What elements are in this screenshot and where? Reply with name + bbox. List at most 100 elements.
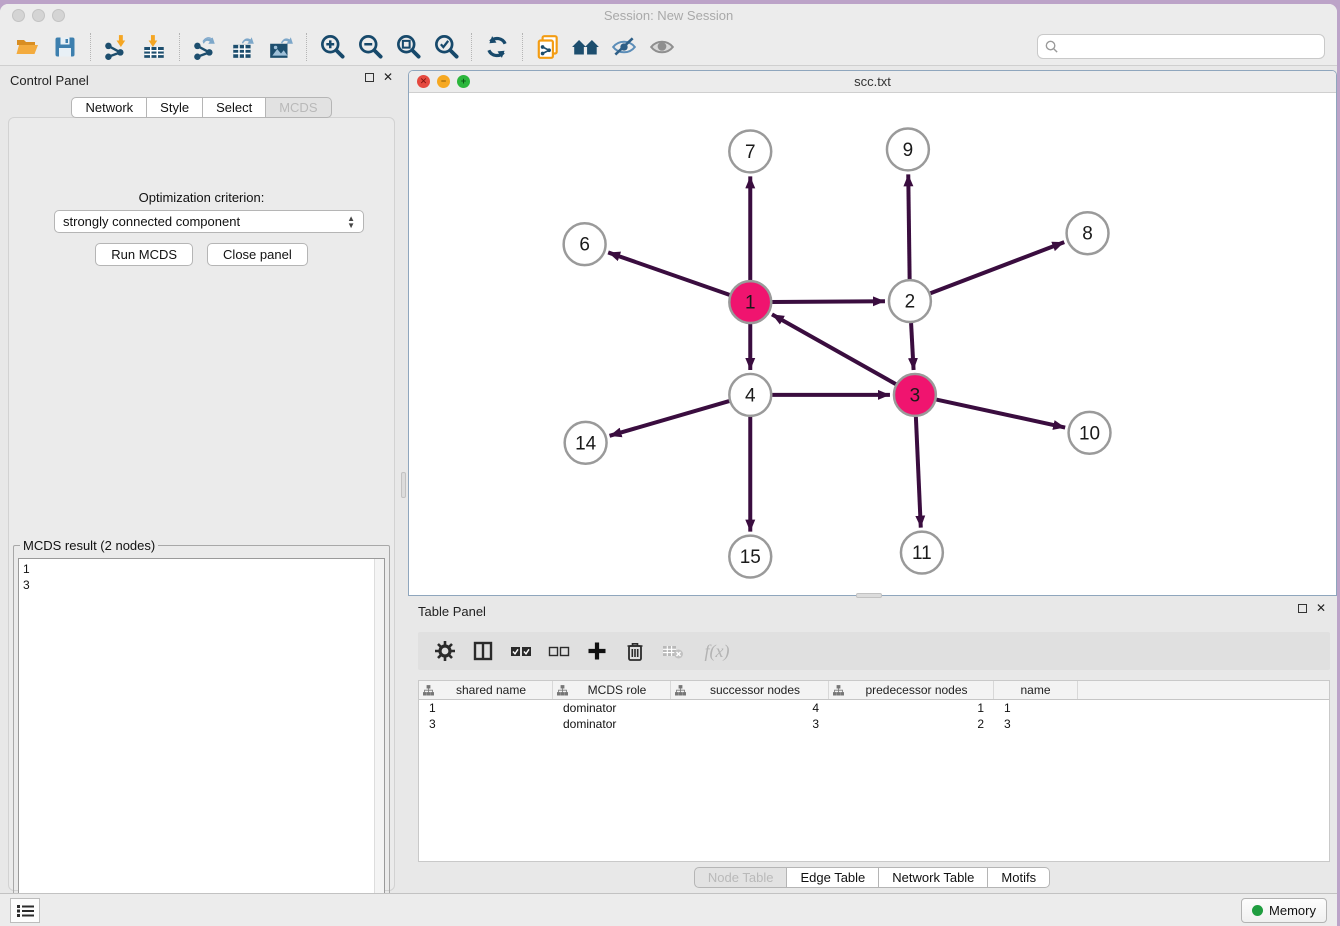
close-panel-icon[interactable]: ✕: [383, 72, 393, 82]
panel-splitter-handle[interactable]: [401, 472, 406, 498]
graph-edge-3-11[interactable]: [916, 417, 921, 528]
column-header-label: predecessor nodes: [844, 683, 989, 697]
tab-select[interactable]: Select: [203, 97, 266, 118]
graph-node-4[interactable]: 4: [729, 374, 771, 416]
table-tab-node-table[interactable]: Node Table: [694, 867, 788, 888]
zoom-out-button[interactable]: [351, 32, 389, 62]
table-row[interactable]: 1dominator411: [419, 700, 1329, 716]
hide-selected-button[interactable]: [605, 32, 643, 62]
graph-edge-1-6[interactable]: [608, 252, 729, 294]
table-tab-network-table[interactable]: Network Table: [879, 867, 988, 888]
create-column-button[interactable]: [580, 636, 614, 666]
column-header-label: name: [998, 683, 1073, 697]
table-row[interactable]: 3dominator323: [419, 716, 1329, 732]
network-view-window: ✕ − + scc.txt 7968124314101511: [408, 70, 1337, 596]
toolbar-separator: [522, 33, 523, 61]
search-icon: [1044, 39, 1059, 54]
table-cell[interactable]: 3: [419, 716, 553, 732]
tab-network[interactable]: Network: [71, 97, 147, 118]
run-mcds-button[interactable]: Run MCDS: [95, 243, 193, 266]
show-columns-button[interactable]: [466, 636, 500, 666]
unselect-all-columns-button[interactable]: [542, 636, 576, 666]
delete-columns-button[interactable]: [618, 636, 652, 666]
column-header-successor-nodes[interactable]: successor nodes: [671, 681, 829, 699]
ndex-button[interactable]: [567, 32, 605, 62]
table-mode-gear-button[interactable]: [428, 636, 462, 666]
graph-node-6[interactable]: 6: [564, 223, 606, 265]
status-bar: Memory: [0, 893, 1337, 926]
column-header-predecessor-nodes[interactable]: predecessor nodes: [829, 681, 994, 699]
tab-mcds[interactable]: MCDS: [266, 97, 331, 118]
column-header-name[interactable]: name: [994, 681, 1078, 699]
table-cell[interactable]: 3: [671, 716, 829, 732]
mcds-result-scrollbar[interactable]: [374, 559, 384, 921]
graph-node-1[interactable]: 1: [729, 281, 771, 323]
graph-node-label: 11: [912, 543, 932, 564]
show-all-button[interactable]: [643, 32, 681, 62]
graph-edge-4-14[interactable]: [610, 401, 730, 436]
table-cell[interactable]: 1: [994, 700, 1078, 716]
table-splitter-handle[interactable]: [856, 593, 882, 598]
fit-content-button[interactable]: [389, 32, 427, 62]
graph-node-10[interactable]: 10: [1069, 412, 1111, 454]
graph-node-14[interactable]: 14: [565, 422, 607, 464]
delete-table-button[interactable]: [656, 636, 690, 666]
table-cell[interactable]: 1: [829, 700, 994, 716]
zoom-selected-button[interactable]: [427, 32, 465, 62]
graph-node-9[interactable]: 9: [887, 128, 929, 170]
select-chevrons-icon: ▲▼: [347, 215, 355, 229]
table-tab-edge-table[interactable]: Edge Table: [787, 867, 879, 888]
import-network-button[interactable]: [97, 32, 135, 62]
memory-button[interactable]: Memory: [1241, 898, 1327, 923]
export-image-button[interactable]: [262, 32, 300, 62]
criterion-select[interactable]: strongly connected component ▲▼: [54, 210, 364, 233]
table-cell[interactable]: 3: [994, 716, 1078, 732]
table-tab-motifs[interactable]: Motifs: [988, 867, 1050, 888]
graph-edge-3-1[interactable]: [772, 314, 896, 384]
table-cell[interactable]: 4: [671, 700, 829, 716]
column-header-MCDS-role[interactable]: MCDS role: [553, 681, 671, 699]
node-table: shared nameMCDS rolesuccessor nodes prede…: [418, 680, 1330, 862]
float-panel-icon[interactable]: [365, 73, 374, 82]
table-cell[interactable]: dominator: [553, 716, 671, 732]
export-table-icon: [230, 34, 256, 60]
mcds-result-item[interactable]: 3: [23, 577, 380, 593]
open-session-button[interactable]: [8, 32, 46, 62]
search-input[interactable]: [1059, 39, 1318, 54]
table-cell[interactable]: 2: [829, 716, 994, 732]
select-all-columns-button[interactable]: [504, 636, 538, 666]
column-header-shared-name[interactable]: shared name: [419, 681, 553, 699]
toolbar-separator: [471, 33, 472, 61]
graph-edge-1-2[interactable]: [772, 301, 885, 302]
unchecked-boxes-icon: [548, 643, 570, 659]
zoom-in-button[interactable]: [313, 32, 351, 62]
apply-layout-button[interactable]: [478, 32, 516, 62]
table-cell[interactable]: 1: [419, 700, 553, 716]
float-table-panel-icon[interactable]: [1298, 604, 1307, 613]
export-network-button[interactable]: [186, 32, 224, 62]
table-cell[interactable]: dominator: [553, 700, 671, 716]
graph-node-11[interactable]: 11: [901, 532, 943, 574]
graph-edge-2-8[interactable]: [930, 242, 1064, 293]
graph-edge-3-10[interactable]: [936, 400, 1065, 428]
search-box[interactable]: [1037, 34, 1325, 59]
graph-node-2[interactable]: 2: [889, 280, 931, 322]
new-network-from-selection-button[interactable]: [529, 32, 567, 62]
tab-style[interactable]: Style: [147, 97, 203, 118]
graph-node-label: 2: [905, 292, 916, 313]
function-builder-button[interactable]: f(x): [694, 636, 740, 666]
graph-edge-2-3[interactable]: [911, 323, 913, 370]
export-table-button[interactable]: [224, 32, 262, 62]
close-panel-button[interactable]: Close panel: [207, 243, 308, 266]
save-session-button[interactable]: [46, 32, 84, 62]
task-history-button[interactable]: [10, 898, 40, 923]
mcds-result-item[interactable]: 1: [23, 561, 380, 577]
graph-edge-2-9[interactable]: [908, 174, 909, 279]
graph-node-3[interactable]: 3: [894, 374, 936, 416]
graph-node-15[interactable]: 15: [729, 536, 771, 578]
graph-node-7[interactable]: 7: [729, 130, 771, 172]
close-table-panel-icon[interactable]: ✕: [1316, 603, 1326, 613]
network-canvas[interactable]: 7 9 6 8 1 2 4 3 14 10 15 11: [409, 93, 1336, 595]
graph-node-8[interactable]: 8: [1067, 212, 1109, 254]
import-table-button[interactable]: [135, 32, 173, 62]
